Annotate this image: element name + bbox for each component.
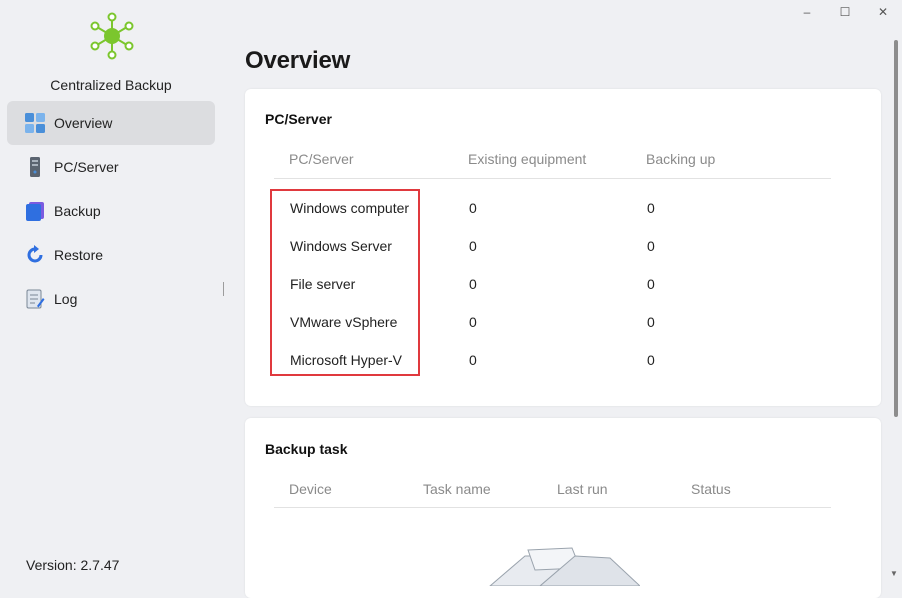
row-existing-count: 0 bbox=[469, 276, 477, 292]
backup-icon bbox=[25, 201, 45, 221]
sidebar-item-label: PC/Server bbox=[54, 159, 119, 175]
sidebar-item-log[interactable]: Log bbox=[7, 277, 215, 321]
sidebar-item-label: Restore bbox=[54, 247, 104, 263]
window-controls: – ☐ ✕ bbox=[788, 0, 902, 24]
app-logo-icon bbox=[90, 12, 134, 60]
app-title: Centralized Backup bbox=[50, 77, 172, 93]
divider bbox=[274, 178, 831, 179]
sidebar-item-backup[interactable]: Backup bbox=[7, 189, 215, 233]
column-header-device: Device bbox=[289, 481, 332, 497]
row-backing-up-count: 0 bbox=[647, 352, 655, 368]
version-label: Version: 2.7.47 bbox=[26, 557, 120, 573]
scroll-down-arrow-icon[interactable]: ▼ bbox=[890, 569, 898, 578]
row-existing-count: 0 bbox=[469, 314, 477, 330]
page-title: Overview bbox=[245, 47, 351, 74]
column-header-existing-equipment: Existing equipment bbox=[468, 151, 587, 167]
sidebar: Centralized Backup Overview PC/Server Ba… bbox=[0, 0, 225, 579]
scrollbar-thumb[interactable] bbox=[894, 40, 898, 417]
server-icon bbox=[25, 157, 45, 177]
highlight-box bbox=[270, 189, 420, 376]
sidebar-resize-handle[interactable] bbox=[223, 282, 224, 296]
row-existing-count: 0 bbox=[469, 352, 477, 368]
sidebar-item-restore[interactable]: Restore bbox=[7, 233, 215, 277]
sidebar-item-label: Log bbox=[54, 291, 78, 307]
divider bbox=[274, 507, 831, 508]
maximize-button[interactable]: ☐ bbox=[826, 0, 864, 24]
close-button[interactable]: ✕ bbox=[864, 0, 902, 24]
row-existing-count: 0 bbox=[469, 200, 477, 216]
empty-box-icon bbox=[489, 547, 640, 586]
minimize-button[interactable]: – bbox=[788, 0, 826, 24]
row-existing-count: 0 bbox=[469, 238, 477, 254]
column-header-pc-server: PC/Server bbox=[289, 151, 354, 167]
sidebar-item-label: Backup bbox=[54, 203, 101, 219]
log-icon bbox=[25, 289, 45, 309]
restore-icon bbox=[25, 245, 45, 265]
sidebar-item-overview[interactable]: Overview bbox=[7, 101, 215, 145]
backup-task-card: Backup task Device Task name Last run St… bbox=[245, 418, 881, 598]
card-title: Backup task bbox=[265, 441, 348, 457]
overview-icon bbox=[25, 113, 45, 133]
row-backing-up-count: 0 bbox=[647, 200, 655, 216]
row-backing-up-count: 0 bbox=[647, 238, 655, 254]
column-header-last-run: Last run bbox=[557, 481, 608, 497]
column-header-status: Status bbox=[691, 481, 731, 497]
row-backing-up-count: 0 bbox=[647, 276, 655, 292]
sidebar-item-label: Overview bbox=[54, 115, 113, 131]
column-header-backing-up: Backing up bbox=[646, 151, 716, 167]
sidebar-nav: Overview PC/Server Backup Restore Log bbox=[7, 101, 215, 321]
sidebar-item-pc-server[interactable]: PC/Server bbox=[7, 145, 215, 189]
card-title: PC/Server bbox=[265, 111, 332, 127]
row-backing-up-count: 0 bbox=[647, 314, 655, 330]
column-header-task-name: Task name bbox=[423, 481, 491, 497]
